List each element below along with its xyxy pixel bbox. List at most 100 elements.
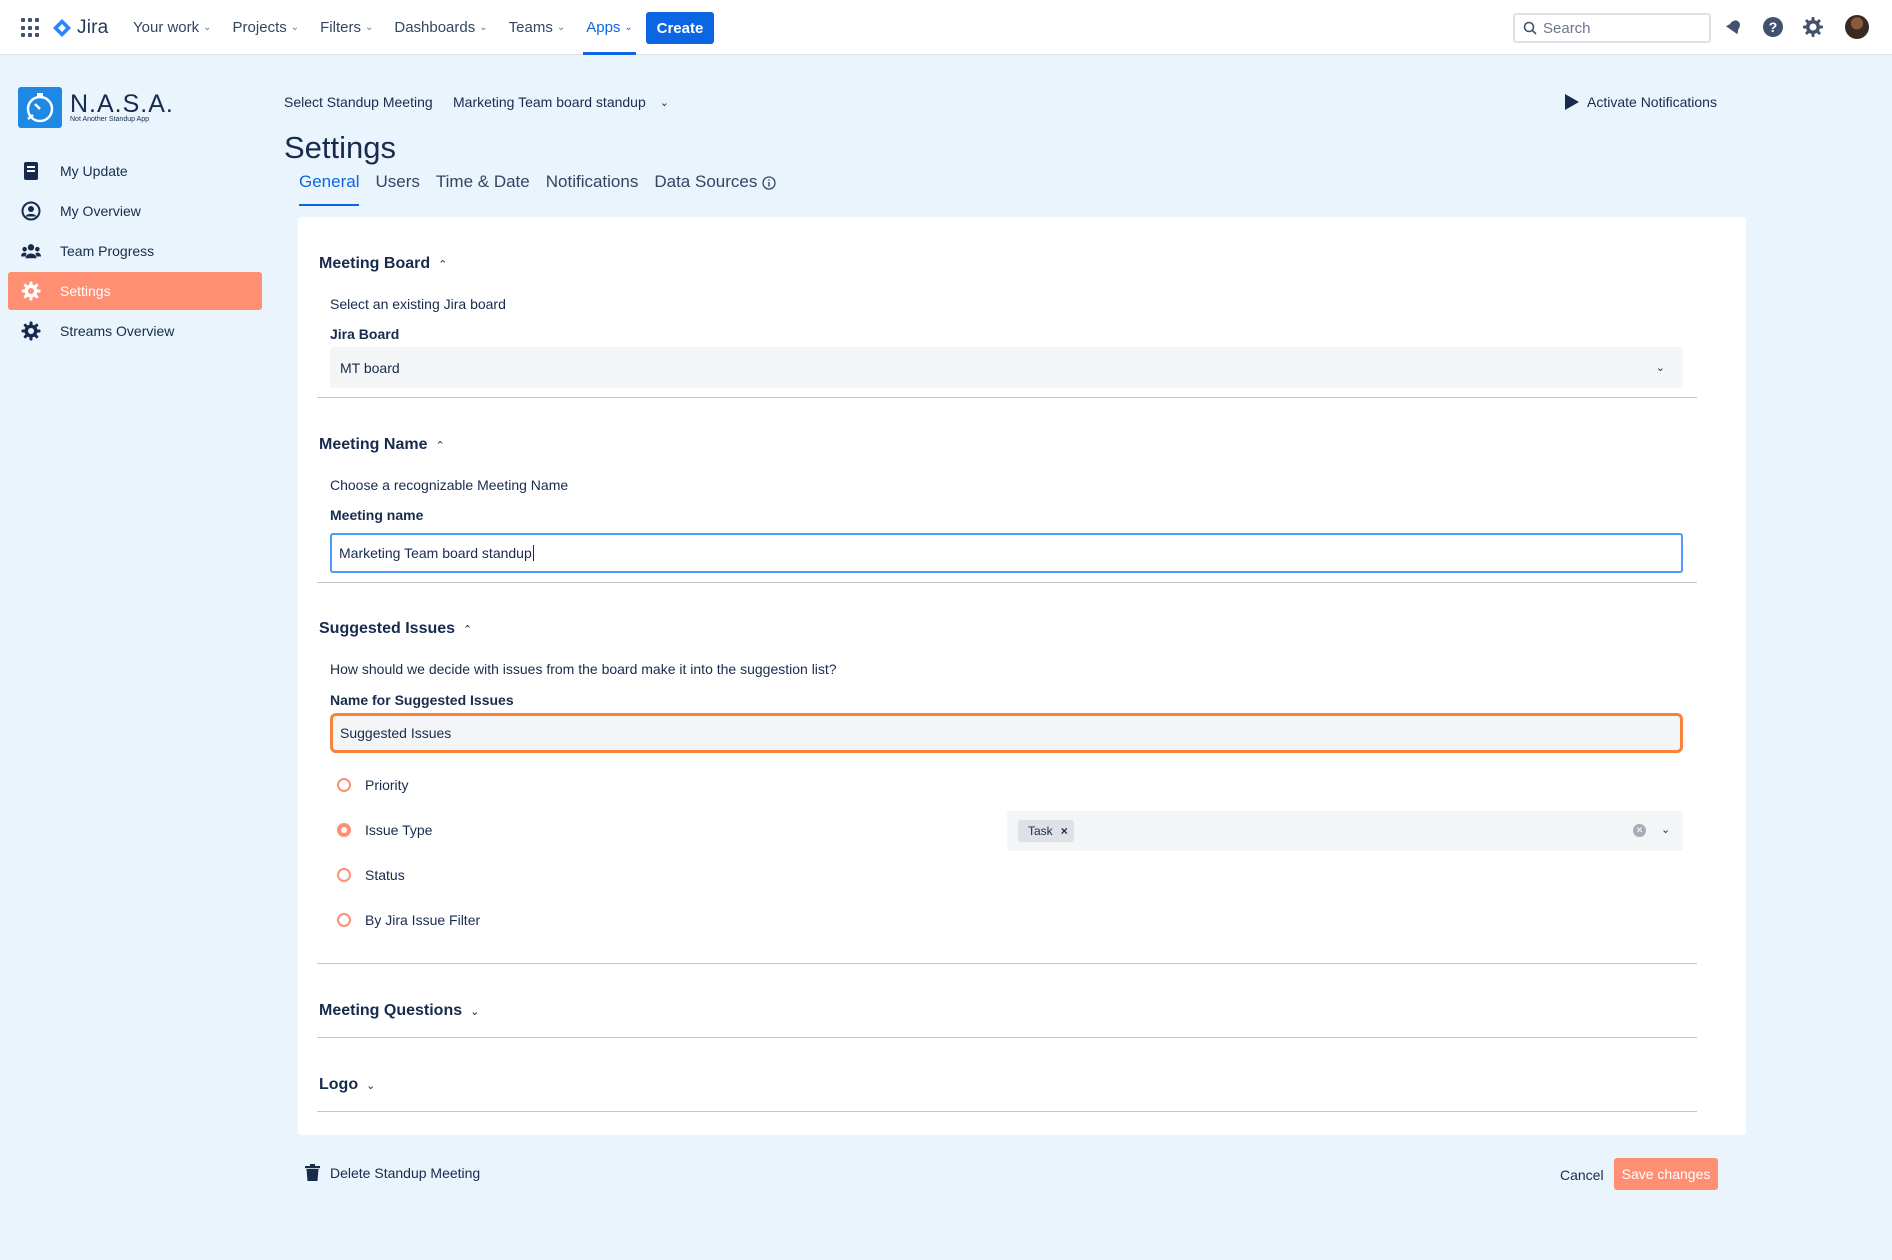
notifications-icon[interactable] [1722, 15, 1746, 39]
menu-filters[interactable]: Filters ⌄ [320, 0, 373, 55]
tab-users[interactable]: Users [375, 172, 419, 206]
radio-status[interactable]: Status [337, 867, 405, 883]
chevron-down-icon: ⌄ [1655, 362, 1665, 374]
sidebar-item-label: Streams Overview [60, 323, 175, 339]
tab-label: Data Sources [654, 172, 758, 191]
radio-button[interactable] [337, 778, 351, 792]
tab-notifications[interactable]: Notifications [546, 172, 639, 206]
help-icon[interactable]: ? [1761, 15, 1785, 39]
sidebar-item-my-overview[interactable]: My Overview [8, 192, 262, 230]
remove-tag-icon[interactable]: × [1061, 824, 1068, 838]
jira-board-value: MT board [340, 359, 400, 376]
info-icon [762, 176, 776, 190]
radio-label: Status [365, 867, 405, 883]
sidebar-item-team-progress[interactable]: Team Progress [8, 232, 262, 270]
logo-toggle[interactable]: Logo ⌄ [319, 1076, 375, 1094]
chevron-down-icon: ⌄ [470, 1005, 480, 1018]
meeting-name-input[interactable]: Marketing Team board standup [330, 533, 1683, 573]
sidebar-item-streams-overview[interactable]: Streams Overview [8, 312, 262, 350]
trash-icon [305, 1164, 320, 1181]
chevron-down-icon: ⌄ [556, 22, 566, 33]
sidebar-item-label: Team Progress [60, 243, 155, 259]
menu-label: Apps [586, 19, 621, 36]
chevron-up-icon: ⌃ [435, 439, 445, 452]
tab-label: Notifications [545, 172, 639, 191]
radio-priority[interactable]: Priority [337, 777, 409, 793]
suggested-issues-name-label: Name for Suggested Issues [330, 692, 514, 708]
suggested-issues-name-input[interactable]: Suggested Issues [330, 713, 1683, 753]
section-title: Meeting Questions [319, 1002, 463, 1019]
people-icon [21, 241, 41, 261]
meeting-name-toggle[interactable]: Meeting Name ⌃ [319, 436, 445, 454]
stopwatch-icon [18, 87, 62, 128]
sidebar-item-settings[interactable]: Settings [8, 272, 262, 310]
document-icon [21, 161, 41, 181]
nasa-logo: N.A.S.A. Not Another Standup App [18, 87, 174, 128]
chevron-up-icon: ⌃ [463, 623, 473, 636]
tab-label: General [299, 172, 360, 191]
divider [317, 397, 1697, 398]
menu-dashboards[interactable]: Dashboards ⌄ [394, 0, 487, 55]
section-title: Meeting Name [319, 436, 428, 453]
jira-board-label: Jira Board [330, 326, 400, 342]
menu-label: Teams [508, 19, 553, 36]
suggested-issues-toggle[interactable]: Suggested Issues ⌃ [319, 620, 472, 638]
jira-logo-icon [53, 19, 71, 37]
meeting-name-value: Marketing Team board standup [339, 545, 532, 561]
sidebar-item-label: My Update [60, 163, 128, 179]
radio-label: Issue Type [365, 822, 433, 838]
section-title: Logo [319, 1076, 359, 1093]
tab-general[interactable]: General [299, 172, 360, 206]
menu-your-work[interactable]: Your work ⌄ [133, 0, 212, 55]
chevron-down-icon[interactable]: ⌄ [1661, 823, 1670, 836]
radio-button[interactable] [337, 823, 351, 837]
activate-notifications-button[interactable]: Activate Notifications [1565, 94, 1717, 110]
jira-logo[interactable]: Jira [52, 14, 108, 42]
divider [317, 1037, 1697, 1038]
user-circle-icon [21, 201, 41, 221]
delete-label: Delete Standup Meeting [330, 1164, 481, 1181]
menu-label: Dashboards [394, 19, 476, 36]
tab-label: Time & Date [435, 172, 530, 191]
radio-jira-issue-filter[interactable]: By Jira Issue Filter [337, 912, 480, 928]
chevron-down-icon: ⌄ [624, 22, 633, 33]
meeting-name-description: Choose a recognizable Meeting Name [330, 477, 569, 493]
issue-type-multiselect[interactable]: Task × ✕ ⌄ [1007, 811, 1683, 851]
divider [317, 582, 1697, 583]
save-changes-button[interactable]: Save changes [1614, 1158, 1718, 1190]
svg-text:?: ? [1769, 19, 1778, 35]
radio-button[interactable] [337, 868, 351, 882]
search-input[interactable]: Search [1513, 13, 1711, 43]
selected-meeting: Marketing Team board standup [453, 94, 646, 110]
meeting-questions-toggle[interactable]: Meeting Questions ⌄ [319, 1002, 479, 1020]
app-name: Jira [77, 17, 109, 38]
sidebar-item-my-update[interactable]: My Update [8, 152, 262, 190]
radio-label: By Jira Issue Filter [365, 912, 481, 928]
chevron-down-icon: ⌄ [479, 22, 488, 33]
app-switcher-icon[interactable] [21, 18, 41, 38]
issue-type-tag: Task × [1018, 820, 1074, 842]
tag-label: Task [1028, 824, 1053, 838]
meeting-select[interactable]: Marketing Team board standup ⌄ [453, 94, 669, 110]
radio-issue-type[interactable]: Issue Type [337, 822, 432, 838]
sidebar-item-label: My Overview [60, 203, 141, 219]
page-title: Settings [284, 130, 397, 165]
clear-icon[interactable]: ✕ [1633, 824, 1646, 837]
settings-tabs: General Users Time & Date Notifications … [299, 172, 776, 206]
delete-meeting-button[interactable]: Delete Standup Meeting [305, 1164, 480, 1181]
menu-label: Projects [232, 19, 287, 36]
tab-time-date[interactable]: Time & Date [436, 172, 530, 206]
avatar[interactable] [1845, 15, 1869, 39]
jira-board-select[interactable]: MT board ⌄ [330, 347, 1683, 388]
cancel-button[interactable]: Cancel [1560, 1167, 1604, 1183]
tab-data-sources[interactable]: Data Sources [654, 172, 776, 206]
settings-gear-icon[interactable] [1801, 15, 1825, 39]
meeting-board-toggle[interactable]: Meeting Board ⌃ [319, 255, 447, 273]
top-navigation: Jira Your work ⌄ Projects ⌄ Filters ⌄ Dashb… [0, 0, 1892, 55]
menu-teams[interactable]: Teams ⌄ [509, 0, 566, 55]
menu-projects[interactable]: Projects ⌄ [233, 0, 300, 55]
create-button[interactable]: Create [646, 12, 714, 44]
radio-button[interactable] [337, 913, 351, 927]
chevron-down-icon: ⌄ [366, 1079, 376, 1092]
menu-apps[interactable]: Apps ⌄ [583, 0, 636, 55]
